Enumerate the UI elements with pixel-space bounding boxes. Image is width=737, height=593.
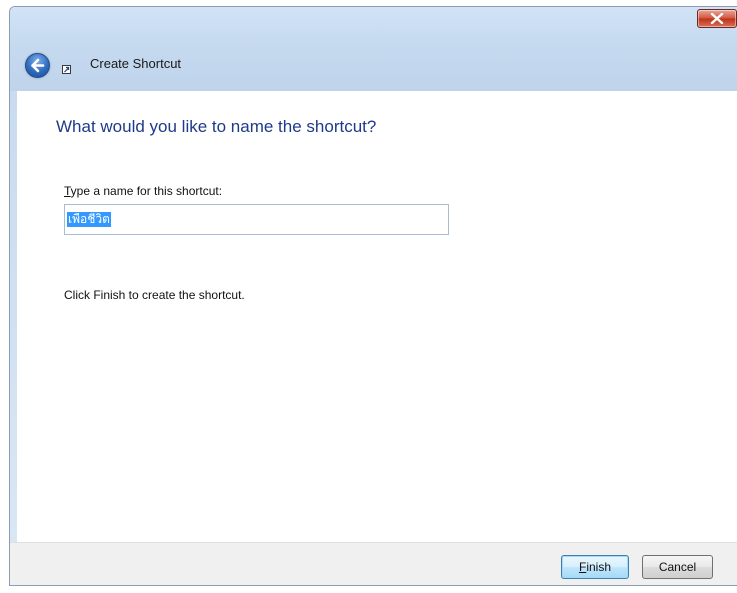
shortcut-name-label: Type a name for this shortcut: xyxy=(64,184,222,198)
label-mnemonic: T xyxy=(64,184,71,198)
finish-hint-text: Click Finish to create the shortcut. xyxy=(64,288,245,302)
create-shortcut-dialog: Create Shortcut What would you like to n… xyxy=(9,6,737,586)
back-arrow-icon xyxy=(31,58,45,73)
shortcut-name-value: เพื่อชีวิต xyxy=(67,212,111,227)
back-button[interactable] xyxy=(25,53,50,78)
shortcut-name-input[interactable]: เพื่อชีวิต xyxy=(64,204,449,235)
close-icon xyxy=(710,13,724,24)
finish-button[interactable]: Finish xyxy=(561,555,629,579)
title-bar xyxy=(10,7,737,91)
cancel-button[interactable]: Cancel xyxy=(642,555,713,579)
close-button[interactable] xyxy=(697,9,737,28)
wizard-content xyxy=(17,91,737,542)
shortcut-arrow-icon xyxy=(62,65,71,74)
window-frame-left xyxy=(10,91,17,585)
page-heading: What would you like to name the shortcut… xyxy=(56,117,377,136)
window-title: Create Shortcut xyxy=(90,56,182,71)
finish-label: inish xyxy=(586,560,612,574)
label-text: ype a name for this shortcut: xyxy=(70,184,223,198)
